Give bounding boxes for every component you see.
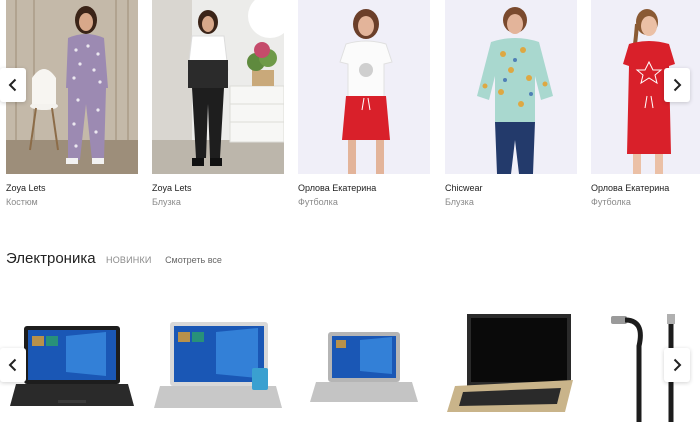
product-brand[interactable]: Орлова Екатерина <box>298 183 376 193</box>
chevron-left-icon <box>8 358 17 372</box>
electronics-product-image[interactable] <box>445 300 577 422</box>
carousel-prev-button[interactable] <box>0 68 26 102</box>
chevron-left-icon <box>8 78 17 92</box>
see-all-link[interactable]: Смотреть все <box>165 255 222 265</box>
product-type: Футболка <box>591 197 631 207</box>
carousel-next-button[interactable] <box>664 68 690 102</box>
product-type: Блузка <box>445 197 474 207</box>
electronics-section-header: Электроника НОВИНКИ Смотреть все <box>6 250 222 270</box>
electronics-product-image[interactable] <box>152 300 284 422</box>
carousel-next-button[interactable] <box>664 348 690 382</box>
product-photo[interactable] <box>445 0 577 174</box>
carousel-prev-button[interactable] <box>0 348 26 382</box>
product-type: Блузка <box>152 197 181 207</box>
product-brand[interactable]: Chicwear <box>445 183 483 193</box>
section-tag[interactable]: НОВИНКИ <box>106 255 152 265</box>
product-photo[interactable] <box>152 0 284 174</box>
fashion-carousel: Zoya Lets Костюм Zoya Lets Блузка Орлова… <box>0 0 700 215</box>
product-brand[interactable]: Орлова Екатерина <box>591 183 669 193</box>
section-title[interactable]: Электроника <box>6 250 96 267</box>
electronics-carousel <box>0 300 700 422</box>
electronics-product-image[interactable] <box>298 300 430 422</box>
product-type: Футболка <box>298 197 338 207</box>
chevron-right-icon <box>673 78 682 92</box>
product-brand[interactable]: Zoya Lets <box>6 183 46 193</box>
product-type: Костюм <box>6 197 38 207</box>
product-photo[interactable] <box>298 0 430 174</box>
chevron-right-icon <box>673 358 682 372</box>
product-brand[interactable]: Zoya Lets <box>152 183 192 193</box>
